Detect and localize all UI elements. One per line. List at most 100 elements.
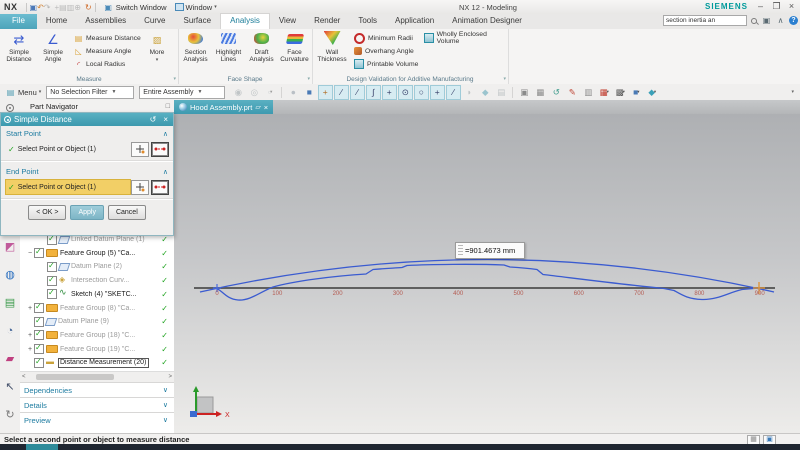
export-image-icon[interactable]: ▦ [533, 85, 548, 100]
orient-view-icon[interactable]: ■ ▾ [629, 85, 644, 100]
tree-item[interactable]: Distance Measurement (20) ✓ [20, 356, 174, 369]
scroll-right-arrow[interactable]: > [166, 374, 174, 380]
tab-surface[interactable]: Surface [174, 14, 220, 29]
snap-facet-icon[interactable]: ◆ [478, 85, 493, 100]
snap-circle-icon[interactable]: ○ [413, 84, 429, 100]
section-dependencies[interactable]: Dependencies ∨ [20, 382, 174, 397]
expander-icon[interactable]: + [26, 346, 34, 353]
snap-point-dialog-icon[interactable]: ◉ [231, 85, 246, 100]
snap-curve-icon[interactable]: ∫ [365, 84, 381, 100]
apply-button[interactable]: Apply [70, 205, 104, 220]
checkbox-checked-icon[interactable] [34, 316, 44, 327]
wall-thickness-button[interactable]: Wall Thickness [314, 31, 350, 73]
checkbox-checked-icon[interactable] [34, 247, 44, 259]
switch-window-button[interactable]: ▣ Switch Window [99, 3, 171, 12]
checkbox-checked-icon[interactable] [47, 261, 57, 272]
dialog-close-icon[interactable]: × [161, 115, 170, 124]
checkbox-checked-icon[interactable] [47, 234, 57, 245]
snap-tangent-icon[interactable]: ∕ [445, 84, 461, 100]
command-search-input[interactable] [663, 15, 747, 26]
scroll-left-arrow[interactable]: < [20, 374, 28, 380]
end-point-section[interactable]: End Point ∧ [1, 164, 173, 178]
touch-icon[interactable]: ↖ [3, 380, 17, 394]
printable-volume-button[interactable]: Printable Volume [354, 58, 418, 70]
expander-icon[interactable]: + [26, 305, 34, 312]
window-menu-button[interactable]: Window ▾ [171, 3, 221, 12]
save-icon[interactable]: ▣ [30, 3, 38, 12]
checkbox-checked-icon[interactable] [34, 329, 44, 341]
tree-item[interactable]: + Feature Group (18) "C... ✓ [20, 329, 174, 342]
snap-pole-icon[interactable]: + [381, 84, 397, 100]
checkbox-checked-icon[interactable] [34, 357, 44, 368]
history-icon[interactable]: ◔ [3, 324, 17, 338]
snap-face-icon[interactable]: ◗ [462, 85, 477, 100]
search-icon[interactable] [750, 17, 758, 25]
tab-home[interactable]: Home [37, 14, 76, 29]
snap-midpoint-icon[interactable]: ∕ [349, 84, 365, 100]
section-analysis-button[interactable]: Section Analysis [179, 31, 212, 73]
assembly-navigator-icon[interactable]: ◍ [3, 268, 17, 282]
cancel-button[interactable]: Cancel [107, 205, 146, 220]
checkbox-checked-icon[interactable] [34, 302, 44, 313]
snap-intersection-icon[interactable]: + [429, 84, 445, 100]
snap-mesh-icon[interactable]: ▤ [494, 85, 509, 100]
tree-item[interactable]: Intersection Curv... ✓ [20, 274, 174, 287]
measure-distance-button[interactable]: ▤ Measure Distance [74, 32, 141, 44]
point-dialog-button[interactable] [131, 141, 149, 157]
measure-point-button[interactable] [151, 179, 169, 195]
macro-icon[interactable]: ↻ [3, 408, 17, 422]
tree-item[interactable]: Datum Plane (2) ✓ [20, 260, 174, 273]
measure-point-button[interactable] [151, 141, 169, 157]
snap-center-icon[interactable]: ⊙ [397, 84, 413, 100]
tab-hood-assembly[interactable]: Hood Assembly.prt ▱ × [174, 100, 274, 114]
group-dialog-launcher[interactable]: ▾ [173, 76, 176, 82]
overhang-angle-button[interactable]: Overhang Angle [354, 45, 414, 57]
more-button[interactable]: ▨ More ▾ [142, 31, 172, 73]
point-dialog-button[interactable] [131, 179, 149, 195]
window-style-icon[interactable]: ▣ [761, 16, 772, 25]
tab-animation-designer[interactable]: Animation Designer [443, 14, 531, 29]
checkbox-checked-icon[interactable] [34, 343, 44, 355]
dialog-header[interactable]: Simple Distance ↺ × [1, 113, 173, 126]
tab-curve[interactable]: Curve [135, 14, 174, 29]
drag-handle[interactable] [458, 245, 463, 256]
highlight-lines-button[interactable]: Highlight Lines [212, 31, 245, 73]
close-button[interactable]: × [784, 0, 799, 13]
collapse-icon[interactable]: ∧ [163, 168, 168, 176]
dialog-reset-icon[interactable]: ↺ [148, 115, 159, 124]
refresh-icon[interactable]: ↺ [549, 85, 564, 100]
face-curvature-button[interactable]: Face Curvature [278, 31, 311, 73]
help-icon[interactable]: ? [789, 16, 798, 25]
window-cascade-icon[interactable]: ▣ [517, 85, 532, 100]
effects-icon[interactable]: ◆ ▾ [645, 85, 660, 100]
restore-button[interactable]: ❐ [769, 0, 784, 13]
file-navigator-icon[interactable]: ▤ [3, 296, 17, 310]
horizontal-scrollbar[interactable]: < > [20, 371, 174, 382]
checkbox-checked-icon[interactable] [47, 275, 57, 286]
minimum-radii-button[interactable]: Minimum Radii [354, 32, 413, 44]
tab-close-icon[interactable]: × [264, 103, 268, 112]
toolbar-options-icon[interactable]: ▾ [791, 89, 794, 95]
layer-settings-icon[interactable]: ▥ [581, 85, 596, 100]
scrollbar-thumb[interactable] [35, 374, 114, 380]
minimize-button[interactable]: – [753, 0, 768, 13]
repeat-command-icon[interactable]: ↻ [85, 3, 92, 12]
simple-distance-button[interactable]: ⇄ Simple Distance [2, 31, 36, 73]
snap-endpoint-icon[interactable]: ∕ [333, 84, 349, 100]
tree-item[interactable]: + Feature Group (19) "C... ✓ [20, 343, 174, 356]
start-point-row[interactable]: ✓ Select Point or Object (1) [5, 141, 169, 157]
tree-item[interactable]: Datum Plane (9) ✓ [20, 315, 174, 328]
snap-point-icon[interactable]: + [317, 84, 333, 100]
copy-icon[interactable]: ▤ [59, 3, 67, 12]
draft-analysis-button[interactable]: Draft Analysis [245, 31, 278, 73]
tab-tools[interactable]: Tools [349, 14, 386, 29]
ok-button[interactable]: < OK > [28, 205, 67, 220]
wholly-enclosed-volume-button[interactable]: Wholly Enclosed Volume [424, 31, 508, 45]
palette-icon[interactable]: ▰ [3, 352, 17, 366]
graphics-canvas[interactable]: X 0 100 200 300 400 500 600 700 800 900 =901.4673… [174, 114, 800, 433]
roles-icon[interactable]: ◩ [3, 240, 17, 254]
tab-application[interactable]: Application [386, 14, 443, 29]
start-point-section[interactable]: Start Point ∧ [1, 126, 173, 140]
work-plane-icon[interactable]: ■ [302, 85, 317, 100]
select-rectangle-icon[interactable]: ▫ ▾ [263, 85, 278, 100]
